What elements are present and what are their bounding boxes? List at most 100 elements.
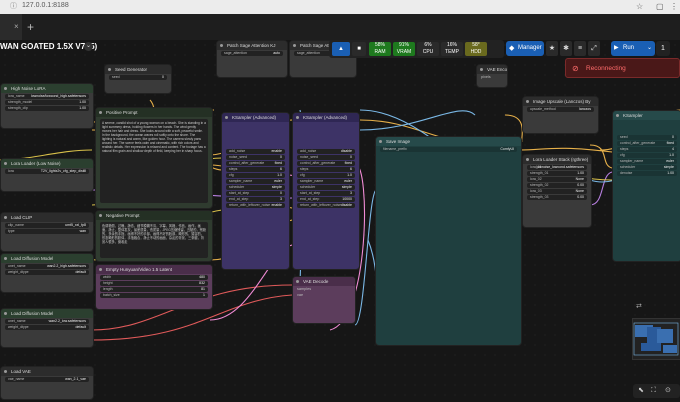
node-positive-prompt[interactable]: Positive Prompt A serene, candid shot of… bbox=[95, 107, 213, 209]
node-ksampler-advanced-1[interactable]: KSampler (Advanced) add_noise enable nois… bbox=[221, 112, 290, 270]
node-negative-prompt[interactable]: Negative Prompt 色调艳丽，过曝，静态，细节模糊不清，字幕，风格，… bbox=[95, 210, 213, 262]
widget-vae-name[interactable]: vae_name wan_2.1_vae bbox=[5, 377, 89, 382]
widget-sage-attention[interactable]: sage_attentionauto bbox=[221, 51, 283, 56]
widget-sampler-name[interactable]: sampler_name euler bbox=[617, 159, 677, 164]
widget-width[interactable]: width 480 bbox=[100, 275, 208, 280]
browser-menu-icon[interactable]: ⋮ bbox=[670, 2, 678, 12]
widget-steps[interactable]: steps 6 bbox=[226, 167, 285, 172]
widget-control[interactable]: control_after_generate fixed bbox=[617, 141, 677, 146]
widget-unet-name[interactable]: unet_name wan2.2_low.safetensors bbox=[5, 319, 89, 324]
node-vae-encode[interactable]: VAE Encode pixels bbox=[476, 64, 508, 88]
widget-start-step[interactable]: start_at_step 0 bbox=[226, 191, 285, 196]
close-icon[interactable]: × bbox=[14, 14, 19, 40]
node-empty-latent[interactable]: Empty Hunyuan/Video 1.5 Latent width 480 … bbox=[95, 264, 213, 310]
node-load-vae[interactable]: Load VAE vae_name wan_2.1_vae bbox=[0, 366, 94, 400]
link-visibility-icon[interactable]: ⇄ bbox=[636, 302, 642, 310]
widget-lora-name[interactable]: lora_name lownoise/lowcond_high.safetenso… bbox=[5, 94, 89, 99]
widget-noise-seed[interactable]: noise_seed 0 bbox=[297, 155, 355, 160]
widget-strength-model[interactable]: strength_model 1.00 bbox=[5, 100, 89, 105]
widget-seed[interactable]: seed 0 bbox=[109, 75, 167, 80]
widget-clip-name[interactable]: clip_name umt5_xxl_fp8 bbox=[5, 223, 89, 228]
comfy-logo-icon[interactable]: ▲ bbox=[332, 42, 350, 56]
widget-control[interactable]: control_after_generate fixed bbox=[226, 161, 285, 166]
share-icon[interactable]: ⤢ bbox=[588, 41, 600, 56]
node-high-noise-lora[interactable]: High Noise LoRA lora_name lownoise/lowcon… bbox=[0, 83, 94, 129]
widget-lora-02[interactable]: lora_02 None bbox=[527, 177, 587, 182]
widget-type[interactable]: type wan bbox=[5, 229, 89, 234]
widget-unet-name[interactable]: unet_name wan2.2_high.safetensors bbox=[5, 264, 89, 269]
widget-weight-dtype[interactable]: weight_dtype default bbox=[5, 270, 89, 275]
widget-scheduler[interactable]: scheduler simple bbox=[226, 185, 285, 190]
node-ksampler-right[interactable]: KSampler seed 0 control_after_generate fix… bbox=[612, 110, 680, 262]
new-workflow-tab-button[interactable]: + bbox=[27, 14, 34, 40]
widget-lora-01[interactable]: lora_01 lownoise_lowcond.safetensors bbox=[527, 165, 587, 170]
widget-steps[interactable]: steps 6 bbox=[297, 167, 355, 172]
chevron-down-icon[interactable]: ⌄ bbox=[647, 41, 652, 56]
widget-strength-03[interactable]: strength_03 0.00 bbox=[527, 195, 587, 200]
widget-height[interactable]: height 832 bbox=[100, 281, 208, 286]
widget-filename-prefix[interactable]: filename_prefix ComfyUI bbox=[380, 147, 517, 152]
widget-add-noise[interactable]: add_noise disable bbox=[297, 149, 355, 154]
bookmark-icon[interactable]: ☆ bbox=[636, 2, 643, 12]
chevron-down-icon[interactable]: ⌄ bbox=[84, 42, 93, 51]
manager-button[interactable]: ◆ Manager bbox=[506, 41, 544, 56]
widget-sampler-name[interactable]: sampler_name euler bbox=[226, 179, 285, 184]
widget-strength-clip[interactable]: strength_clip 1.00 bbox=[5, 106, 89, 111]
fit-view-icon[interactable]: ⛶ bbox=[651, 384, 656, 398]
minimap[interactable] bbox=[632, 318, 680, 360]
widget-weight-dtype[interactable]: weight_dtype default bbox=[5, 325, 89, 330]
workflow-tab[interactable]: × bbox=[0, 14, 22, 40]
positive-prompt-text[interactable]: A serene, candid shot of a young woman o… bbox=[100, 119, 208, 203]
node-load-clip[interactable]: Load CLIP clip_name umt5_xxl_fp8 type wan bbox=[0, 212, 94, 252]
widget-return-noise[interactable]: return_with_leftover_noise enable bbox=[226, 203, 285, 208]
widget-control[interactable]: control_after_generate fixed bbox=[297, 161, 355, 166]
negative-prompt-text[interactable]: 色调艳丽，过曝，静态，细节模糊不清，字幕，风格，作品，画作，画面，静止，整体发灰… bbox=[100, 222, 208, 258]
node-ksampler-advanced-2[interactable]: KSampler (Advanced) add_noise disable noi… bbox=[292, 112, 360, 270]
browser-address-bar: ⓘ 127.0.0.1:8188 ☆ ▢ ⋮ bbox=[0, 0, 680, 14]
queue-count[interactable]: 1 bbox=[656, 41, 670, 56]
node-image-upscale[interactable]: Image Upscale (Lanczos) By upscale_metho… bbox=[522, 96, 599, 134]
widget-noise-seed[interactable]: noise_seed 0 bbox=[226, 155, 285, 160]
widget-length[interactable]: length 81 bbox=[100, 287, 208, 292]
widget-steps[interactable]: steps 4 bbox=[617, 147, 677, 152]
widget-add-noise[interactable]: add_noise enable bbox=[226, 149, 285, 154]
profile-icon[interactable]: ▢ bbox=[656, 2, 664, 12]
run-button[interactable]: ▶ Run ⌄ bbox=[611, 41, 655, 56]
star-icon[interactable]: ★ bbox=[546, 41, 558, 56]
widget-sampler-name[interactable]: sampler_name euler bbox=[297, 179, 355, 184]
widget-batch-size[interactable]: batch_size 1 bbox=[100, 293, 208, 298]
node-load-model-high[interactable]: Load Diffusion Model unet_name wan2.2_hig… bbox=[0, 253, 94, 293]
node-load-model-low[interactable]: Load Diffusion Model unet_name wan2.2_low… bbox=[0, 308, 94, 348]
cursor-icon[interactable]: ⬉ bbox=[638, 384, 644, 398]
workflow-title[interactable]: WAN GOATED 1.5X V7 (5) bbox=[0, 42, 97, 51]
node-canvas[interactable]: High Noise LoRA lora_name lownoise/lowcon… bbox=[0, 40, 680, 402]
widget-cfg[interactable]: cfg 1.0 bbox=[297, 173, 355, 178]
widget-end-step[interactable]: end_at_step 3 bbox=[226, 197, 285, 202]
widget-strength-02[interactable]: strength_02 0.00 bbox=[527, 183, 587, 188]
node-patch-sage-1[interactable]: Patch Sage Attention KJ sage_attention au… bbox=[216, 40, 288, 78]
widget-return-noise[interactable]: return_with_leftover_noise disable bbox=[297, 203, 355, 208]
widget-seed[interactable]: seed 0 bbox=[617, 135, 677, 140]
widget-denoise[interactable]: denoise 1.00 bbox=[617, 171, 677, 176]
widget-lora[interactable]: lora T2V_lightx2v_cfg_step_distill bbox=[5, 169, 89, 174]
node-lora-loader-stack[interactable]: Lora Loader Stack (rgthree) lora_01 lowno… bbox=[522, 154, 592, 228]
queue-icon[interactable]: ≡ bbox=[574, 41, 586, 56]
widget-lora-03[interactable]: lora_03 None bbox=[527, 189, 587, 194]
node-seed-generator[interactable]: Seed Generator seed 0 bbox=[104, 64, 172, 94]
zoom-icon[interactable]: ⊙ bbox=[665, 384, 671, 398]
url-text[interactable]: 127.0.0.1:8188 bbox=[22, 2, 69, 9]
widget-start-step[interactable]: start_at_step 3 bbox=[297, 191, 355, 196]
widget-scheduler[interactable]: scheduler simple bbox=[297, 185, 355, 190]
node-low-noise-lora[interactable]: Lora Loader (Low Noise) lora T2V_lightx2v… bbox=[0, 158, 94, 192]
node-save-image[interactable]: Save Image filename_prefix ComfyUI bbox=[375, 136, 522, 346]
node-vae-decode[interactable]: VAE Decode samples vae bbox=[292, 276, 356, 324]
widget-upscale-method[interactable]: upscale_method lanczos bbox=[527, 107, 594, 112]
widget-cfg[interactable]: cfg 1.0 bbox=[226, 173, 285, 178]
widget-strength-01[interactable]: strength_01 1.00 bbox=[527, 171, 587, 176]
widget-end-step[interactable]: end_at_step 10000 bbox=[297, 197, 355, 202]
widget-scheduler[interactable]: scheduler simple bbox=[617, 165, 677, 170]
site-info-icon[interactable]: ⓘ bbox=[10, 3, 18, 11]
widget-cfg[interactable]: cfg 1.0 bbox=[617, 153, 677, 158]
stop-icon[interactable]: ■ bbox=[352, 42, 366, 56]
settings-icon[interactable]: ✱ bbox=[560, 41, 572, 56]
